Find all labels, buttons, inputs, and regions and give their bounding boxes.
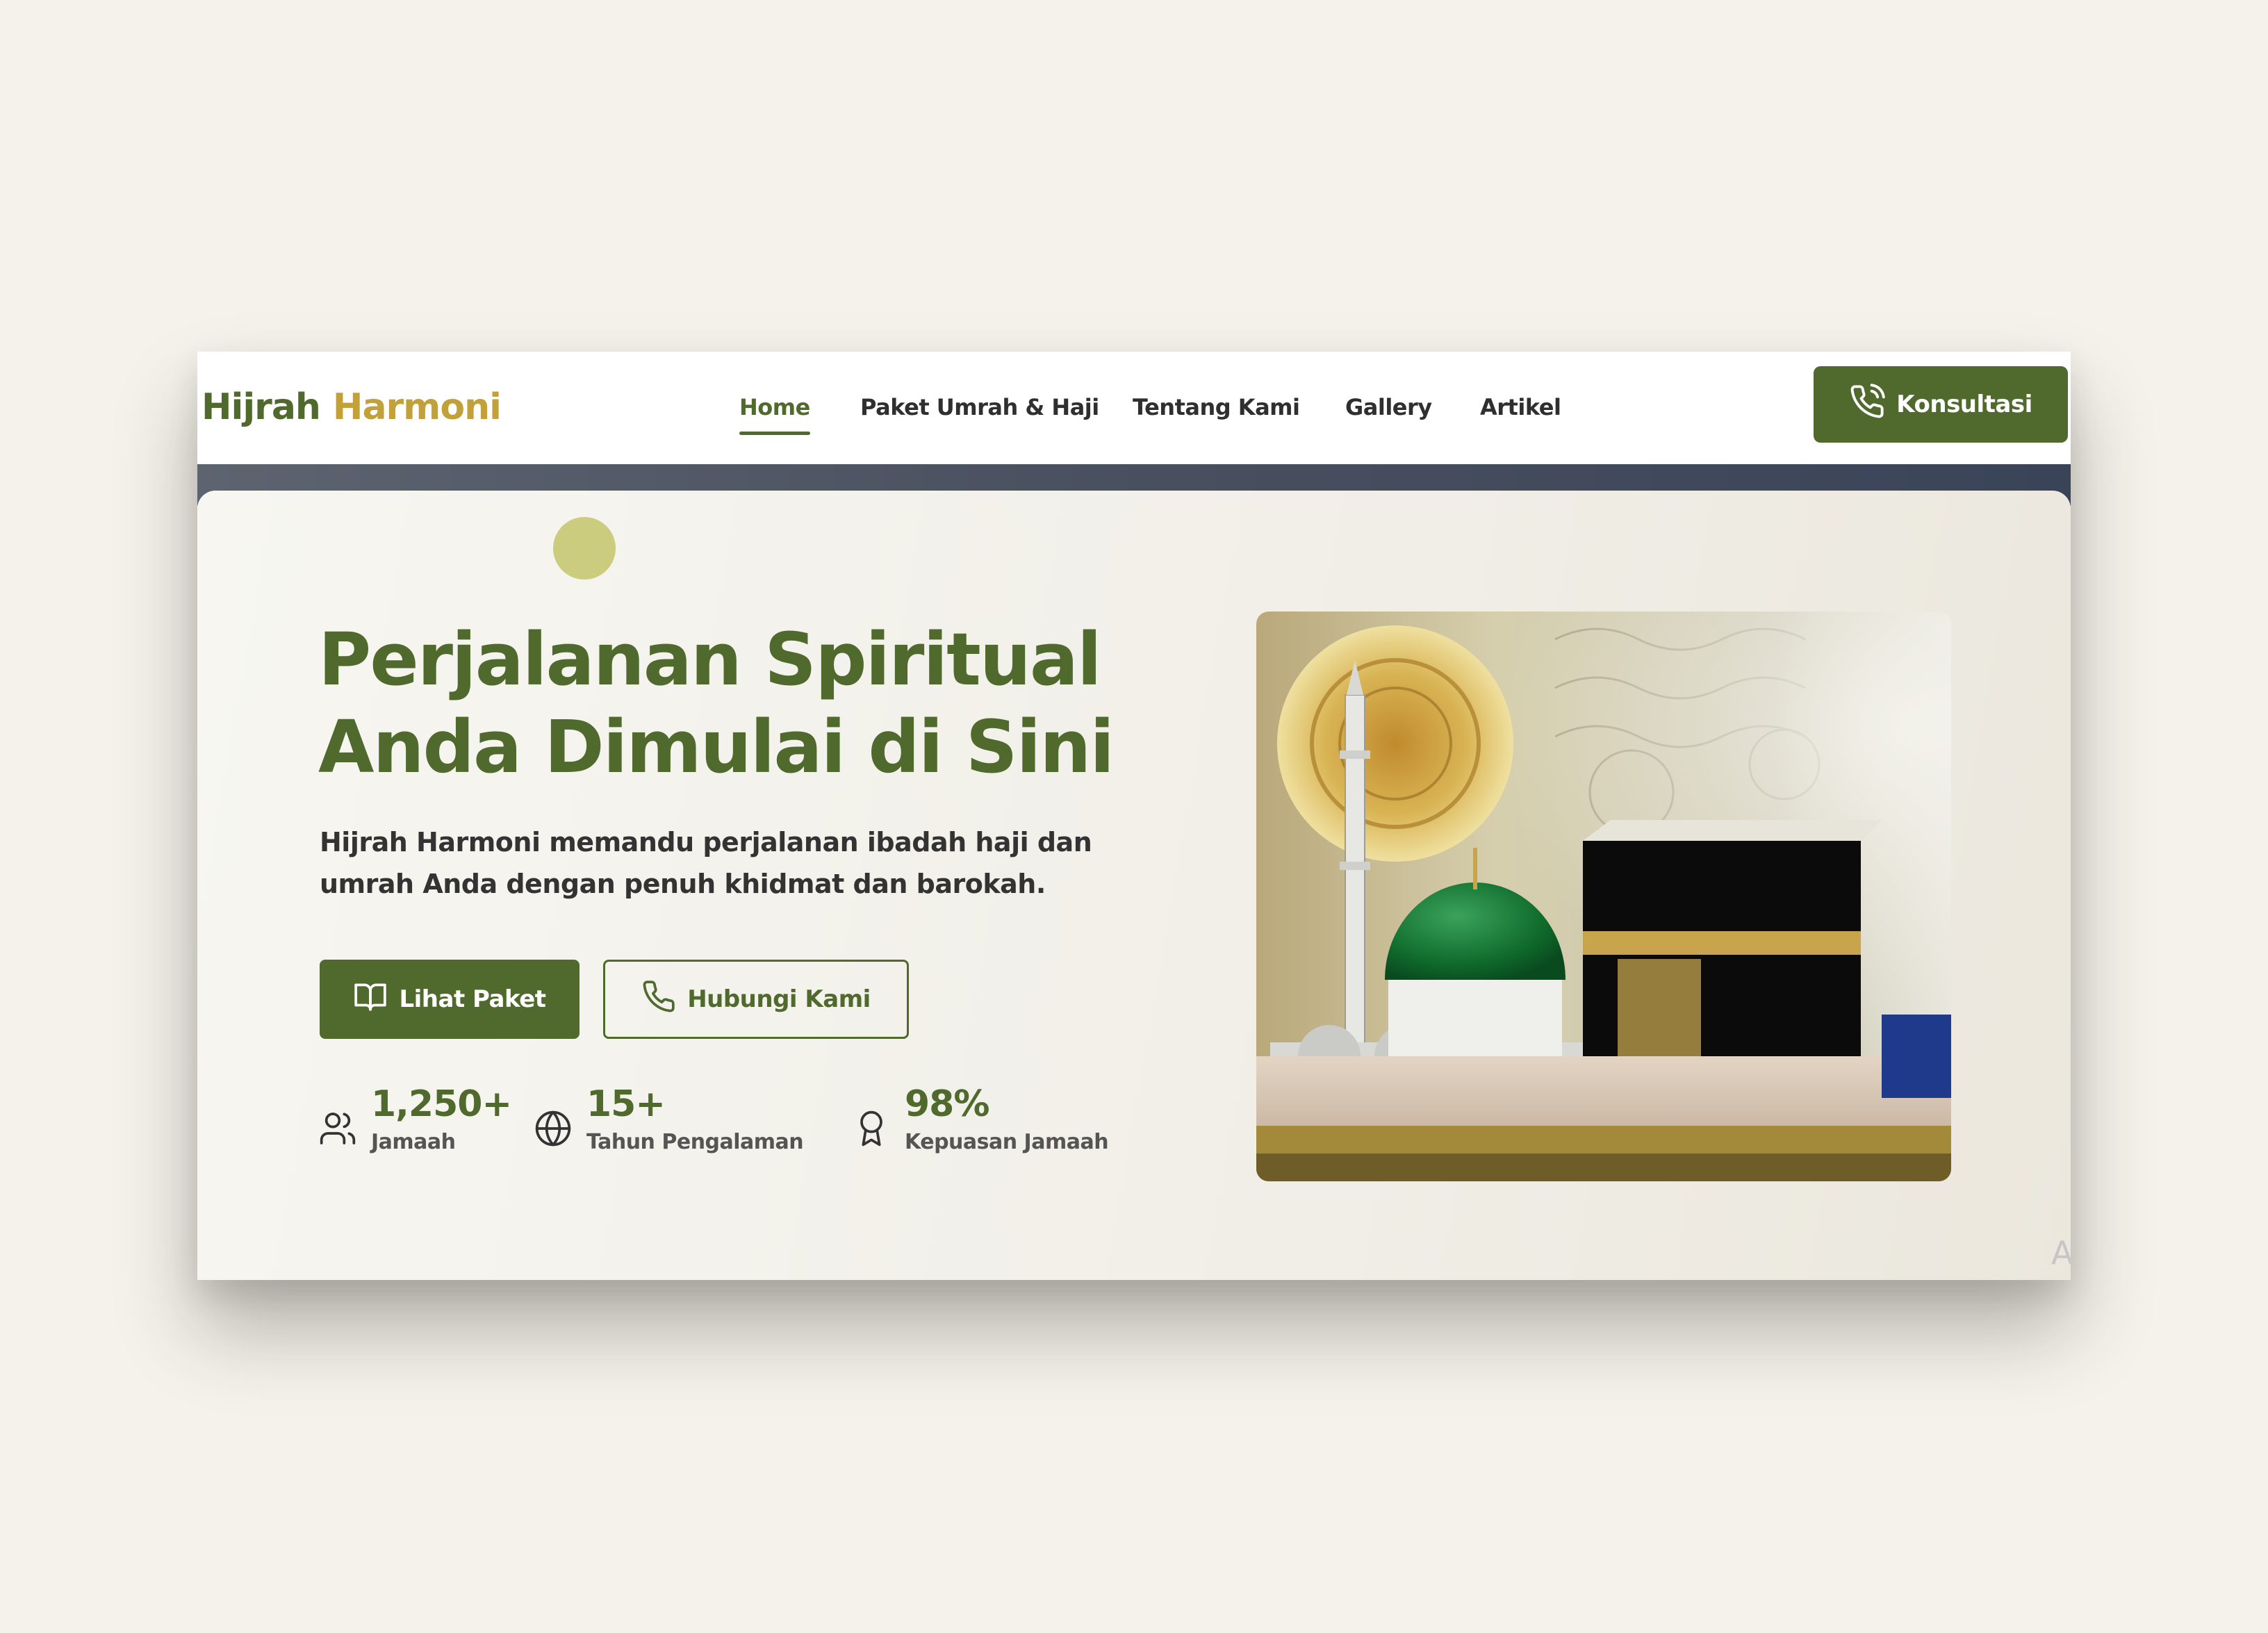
users-icon [318, 1109, 357, 1148]
hero-headline-line1: Perjalanan Spiritual [318, 617, 1102, 702]
stat-label: Kepuasan Jamaah [905, 1130, 1109, 1154]
nav-item-artikel[interactable]: Artikel [1480, 379, 1561, 435]
book-open-icon [353, 979, 388, 1020]
stat-label: Tahun Pengalaman [586, 1130, 804, 1154]
contact-us-label: Hubungi Kami [687, 985, 871, 1013]
nav-item-home[interactable]: Home [739, 379, 810, 435]
stat-value: 15+ [586, 1083, 666, 1125]
phone-icon [641, 979, 676, 1020]
view-packages-button[interactable]: Lihat Paket [320, 960, 580, 1039]
phone-call-icon [1849, 383, 1886, 426]
nav-item-tentang-kami[interactable]: Tentang Kami [1133, 379, 1300, 435]
navbar: Hijrah Harmoni Home Paket Umrah & Haji Te… [197, 352, 2071, 464]
hero-image-mosque-kaaba [1256, 612, 1951, 1181]
stat-value: 98% [905, 1083, 989, 1125]
decorative-dot [553, 517, 616, 580]
browser-window: Hijrah Harmoni Home Paket Umrah & Haji Te… [197, 352, 2071, 1280]
view-packages-label: Lihat Paket [399, 985, 546, 1013]
nav-item-gallery[interactable]: Gallery [1345, 379, 1432, 435]
globe-icon [534, 1109, 573, 1148]
contact-us-button[interactable]: Hubungi Kami [603, 960, 909, 1039]
hero-subtitle: Hijrah Harmoni memandu perjalanan ibadah… [320, 821, 1153, 905]
hero-subtitle-line2: umrah Anda dengan penuh khidmat dan baro… [320, 869, 1046, 899]
consultation-button[interactable]: Konsultasi [1814, 366, 2068, 443]
award-icon [852, 1109, 891, 1148]
hero-headline-line2: Anda Dimulai di Sini [318, 705, 1115, 789]
hero-section: Perjalanan Spiritual Anda Dimulai di Sin… [197, 491, 2071, 1280]
corner-text: A [2051, 1234, 2071, 1272]
stat-label: Jamaah [371, 1130, 456, 1154]
hero-subtitle-line1: Hijrah Harmoni memandu perjalanan ibadah… [320, 827, 1092, 857]
hero-headline: Perjalanan Spiritual Anda Dimulai di Sin… [318, 616, 1222, 791]
consultation-button-label: Konsultasi [1896, 391, 2032, 418]
nav-item-paket[interactable]: Paket Umrah & Haji [860, 379, 1099, 435]
main-nav: Home Paket Umrah & Haji Tentang Kami Gal… [197, 379, 2071, 435]
stat-value: 1,250+ [371, 1083, 512, 1125]
